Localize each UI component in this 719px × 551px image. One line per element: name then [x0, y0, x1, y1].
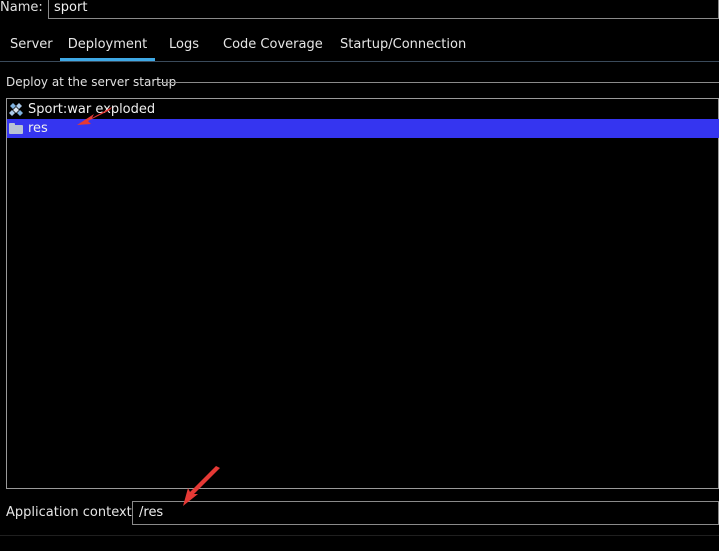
tab-startup-connection[interactable]: Startup/Connection — [340, 30, 466, 61]
list-item-folder[interactable]: res — [7, 119, 719, 138]
list-item-artifact[interactable]: Sport:war exploded — [7, 100, 719, 119]
run-configuration-panel: Name: sport Server Deployment Logs Code … — [0, 0, 719, 551]
application-context-label: Application context: — [6, 505, 137, 520]
section-divider — [158, 82, 719, 83]
tab-deployment[interactable]: Deployment — [60, 30, 155, 61]
list-item-label: res — [28, 121, 48, 136]
name-row: Name: sport — [0, 0, 719, 20]
tab-bar: Server Deployment Logs Code Coverage Sta… — [0, 30, 719, 62]
deploy-section-title: Deploy at the server startup — [6, 75, 177, 89]
deployment-list[interactable]: Sport:war exploded res — [6, 98, 719, 489]
tab-code-coverage[interactable]: Code Coverage — [223, 30, 323, 61]
deploy-section-header: Deploy at the server startup — [6, 74, 719, 90]
name-label: Name: — [0, 0, 43, 15]
list-item-label: Sport:war exploded — [28, 102, 156, 117]
artifact-icon — [9, 102, 24, 117]
name-input[interactable]: sport — [48, 0, 719, 19]
tab-logs[interactable]: Logs — [169, 30, 199, 61]
tab-server[interactable]: Server — [10, 30, 53, 61]
application-context-input[interactable]: /res — [132, 501, 719, 525]
folder-icon — [9, 121, 24, 136]
bottom-divider — [0, 535, 719, 536]
